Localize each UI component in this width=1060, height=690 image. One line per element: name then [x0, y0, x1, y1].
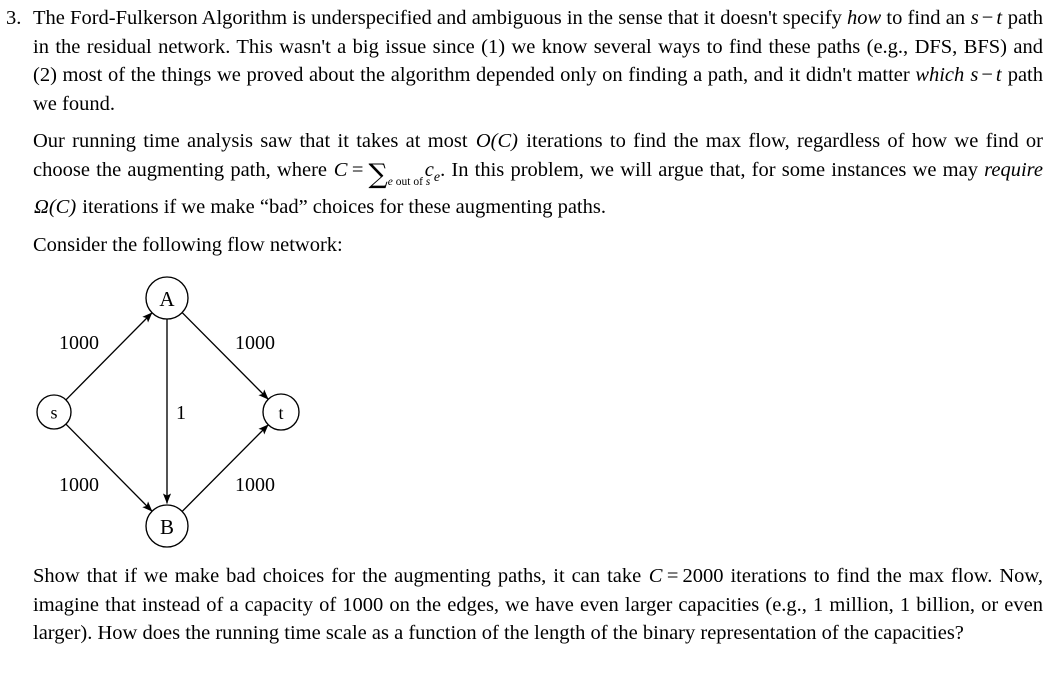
- sum-sub-s: s: [425, 175, 431, 188]
- math-minus-2: −: [981, 64, 993, 87]
- flow-network-svg: A s t B 1000 1000 1 1000 1000: [36, 276, 300, 548]
- math-minus-1: −: [981, 7, 994, 29]
- p1-seg1: The Ford-Fulkerson Algorithm is underspe…: [33, 7, 848, 29]
- problem-block: 3. The Ford-Fulkerson Algorithm is under…: [0, 0, 1060, 260]
- problem-number: 3.: [6, 7, 22, 29]
- summation-operator: ∑ e out of s: [368, 158, 430, 190]
- math-omega-c: Ω(C): [34, 195, 77, 218]
- math-t-1: t: [996, 7, 1003, 29]
- p1-emph-how: how: [847, 7, 882, 29]
- node-label-t: t: [278, 403, 283, 423]
- p1-seg2: to find an: [881, 7, 971, 29]
- edge-label-A-B: 1: [176, 402, 186, 424]
- edge-label-s-B: 1000: [59, 474, 99, 496]
- math-c-1: C: [333, 158, 348, 181]
- edge-A-to-t: [181, 312, 269, 400]
- edge-label-A-t: 1000: [235, 332, 275, 354]
- math-2000: 2000: [682, 565, 724, 587]
- summation-subscript: e out of s: [388, 175, 431, 188]
- edge-s-to-A: [65, 312, 153, 401]
- node-label-A: A: [159, 287, 175, 311]
- node-label-B: B: [160, 515, 174, 539]
- paragraph-1: The Ford-Fulkerson Algorithm is underspe…: [33, 0, 1043, 118]
- consider-line: Consider the following flow network:: [33, 234, 343, 257]
- edge-label-s-A: 1000: [59, 332, 99, 354]
- closing-paragraph-wrap: Show that if we make bad choices for the…: [33, 562, 1043, 648]
- edge-B-to-t: [181, 424, 269, 512]
- sigma-icon: ∑: [368, 158, 388, 190]
- node-label-s: s: [50, 403, 57, 423]
- p3-seg1: Show that if we make bad choices for the…: [33, 565, 649, 587]
- math-s-1: s: [970, 7, 979, 29]
- p2-seg4: iterations if we make “bad” choices for …: [77, 195, 606, 218]
- math-equals-2: =: [666, 565, 679, 587]
- p2-seg1: Our running time analysis saw that it ta…: [33, 130, 475, 153]
- sum-sub-outof: out of: [392, 175, 426, 188]
- math-equals-1: =: [351, 158, 364, 181]
- edge-label-B-t: 1000: [235, 474, 275, 496]
- p2-seg3: . In this problem, we will argue that, f…: [440, 158, 985, 181]
- p1-emph-which: which: [915, 64, 965, 87]
- problem-body: The Ford-Fulkerson Algorithm is underspe…: [33, 0, 1043, 260]
- math-s-2: s: [970, 64, 979, 87]
- paragraph-3: Show that if we make bad choices for the…: [33, 562, 1043, 648]
- math-big-o-c: O(C): [475, 130, 519, 153]
- flow-network-figure: A s t B 1000 1000 1 1000 1000: [0, 262, 420, 562]
- document-page: 3. The Ford-Fulkerson Algorithm is under…: [0, 0, 1060, 690]
- paragraph-2: Our running time analysis saw that it ta…: [33, 118, 1043, 221]
- math-c-2: C: [648, 565, 663, 587]
- edge-s-to-B: [65, 423, 153, 512]
- node-group: A s t B: [36, 276, 300, 548]
- p2-emph-require: require: [984, 158, 1043, 181]
